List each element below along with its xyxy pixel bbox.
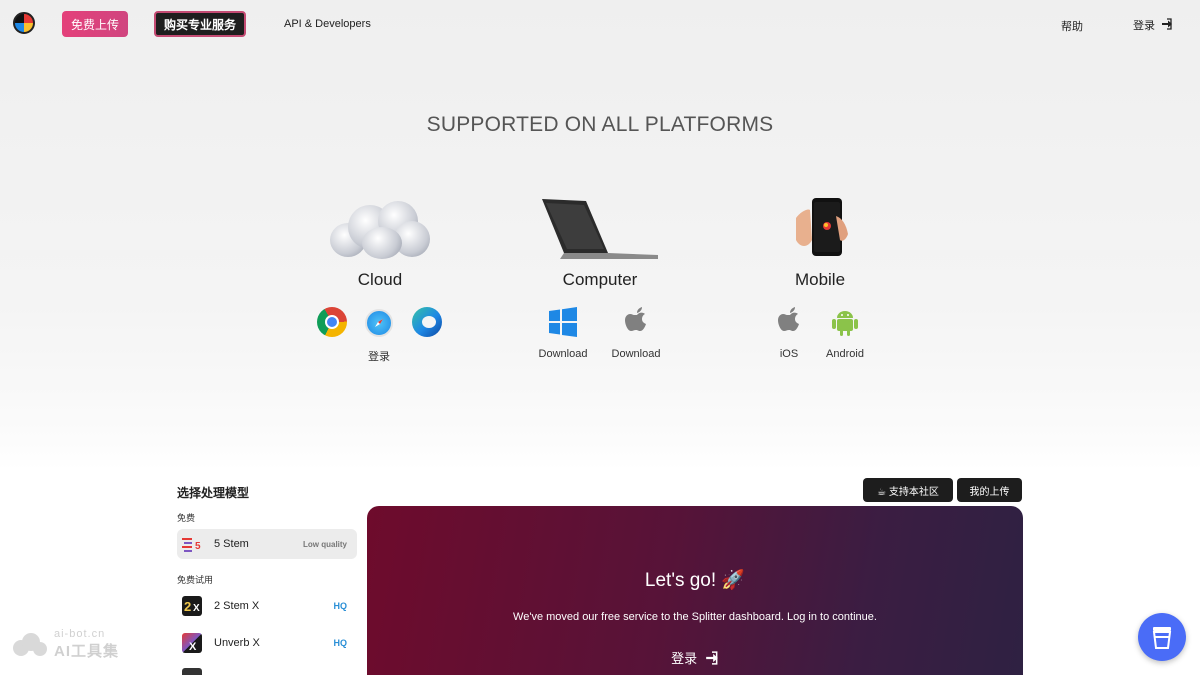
model-option-unverb-x[interactable]: X Unverb X HQ <box>177 628 357 658</box>
model-option-2-stem-x[interactable]: 2X 2 Stem X HQ <box>177 591 357 621</box>
login-prompt-panel: Let's go! 🚀 We've moved our free service… <box>367 506 1023 675</box>
computer-title: Computer <box>562 270 638 289</box>
hq-badge: HQ <box>333 638 348 648</box>
android-icon[interactable] <box>830 307 860 337</box>
windows-icon[interactable] <box>548 307 578 337</box>
two-stem-x-icon: 2X <box>182 596 202 616</box>
laptop-image <box>540 197 660 261</box>
cloud-login-link[interactable]: 登录 <box>344 348 414 364</box>
safari-icon[interactable] <box>365 309 393 337</box>
panel-login-label: 登录 <box>671 651 698 666</box>
help-link[interactable]: 帮助 <box>1061 18 1083 34</box>
watermark-line1: ai-bot.cn <box>54 628 106 640</box>
svg-text:5: 5 <box>195 541 201 552</box>
buy-pro-button[interactable]: 购买专业服务 <box>154 11 246 37</box>
svg-text:2: 2 <box>184 599 191 614</box>
mobile-title: Mobile <box>794 270 846 289</box>
splitter-logo-icon[interactable] <box>13 12 35 34</box>
watermark-line2: AI工具集 <box>54 643 120 660</box>
svg-text:X: X <box>189 641 197 653</box>
panel-title: Let's go! 🚀 <box>644 570 746 591</box>
unverb-x-icon: X <box>182 633 202 653</box>
cloud-title: Cloud <box>357 270 403 289</box>
buy-coffee-button[interactable] <box>1138 613 1186 661</box>
login-link[interactable]: 登录 <box>1133 17 1173 33</box>
cloud-image <box>326 197 432 261</box>
edge-icon[interactable] <box>412 307 442 337</box>
api-developers-link[interactable]: API & Developers <box>284 18 371 30</box>
free-upload-button[interactable]: 免费上传 <box>62 11 128 37</box>
apple-icon[interactable] <box>624 307 654 337</box>
model-select-heading: 选择处理模型 <box>177 486 250 500</box>
phone-image <box>792 196 850 262</box>
platforms-headline: SUPPORTED ON ALL PLATFORMS <box>426 113 774 136</box>
model-option-5-stem[interactable]: 5 5 Stem Low quality <box>177 529 357 559</box>
login-label: 登录 <box>1133 20 1155 32</box>
model-name: Unverb X <box>214 637 260 649</box>
panel-message: We've moved our free service to the Spli… <box>513 611 877 623</box>
chrome-icon[interactable] <box>317 307 347 337</box>
model-name: 2 Stem X <box>214 600 260 612</box>
model-option-partial-icon <box>182 668 202 675</box>
sign-in-icon <box>705 651 719 668</box>
windows-download-link[interactable]: Download <box>528 348 598 360</box>
model-name: 5 Stem <box>214 538 249 550</box>
sign-in-icon <box>1161 17 1173 33</box>
panel-login-link[interactable]: 登录 <box>367 648 1023 668</box>
watermark-logo-icon <box>13 632 47 656</box>
my-uploads-button[interactable]: 我的上传 <box>957 478 1022 502</box>
watermark: ai-bot.cn AI工具集 <box>12 628 119 661</box>
trial-group-label: 免费试用 <box>177 575 214 585</box>
android-link[interactable]: Android <box>810 348 880 360</box>
ios-apple-icon[interactable] <box>777 307 807 337</box>
hq-badge: HQ <box>333 601 348 611</box>
quality-badge: Low quality <box>303 539 347 549</box>
coffee-cup-icon <box>1152 627 1172 649</box>
mac-download-link[interactable]: Download <box>601 348 671 360</box>
support-community-button[interactable]: ☕ 支持本社区 <box>863 478 953 502</box>
free-group-label: 免费 <box>177 513 196 523</box>
five-stem-icon: 5 <box>182 534 202 554</box>
svg-text:X: X <box>193 603 200 614</box>
